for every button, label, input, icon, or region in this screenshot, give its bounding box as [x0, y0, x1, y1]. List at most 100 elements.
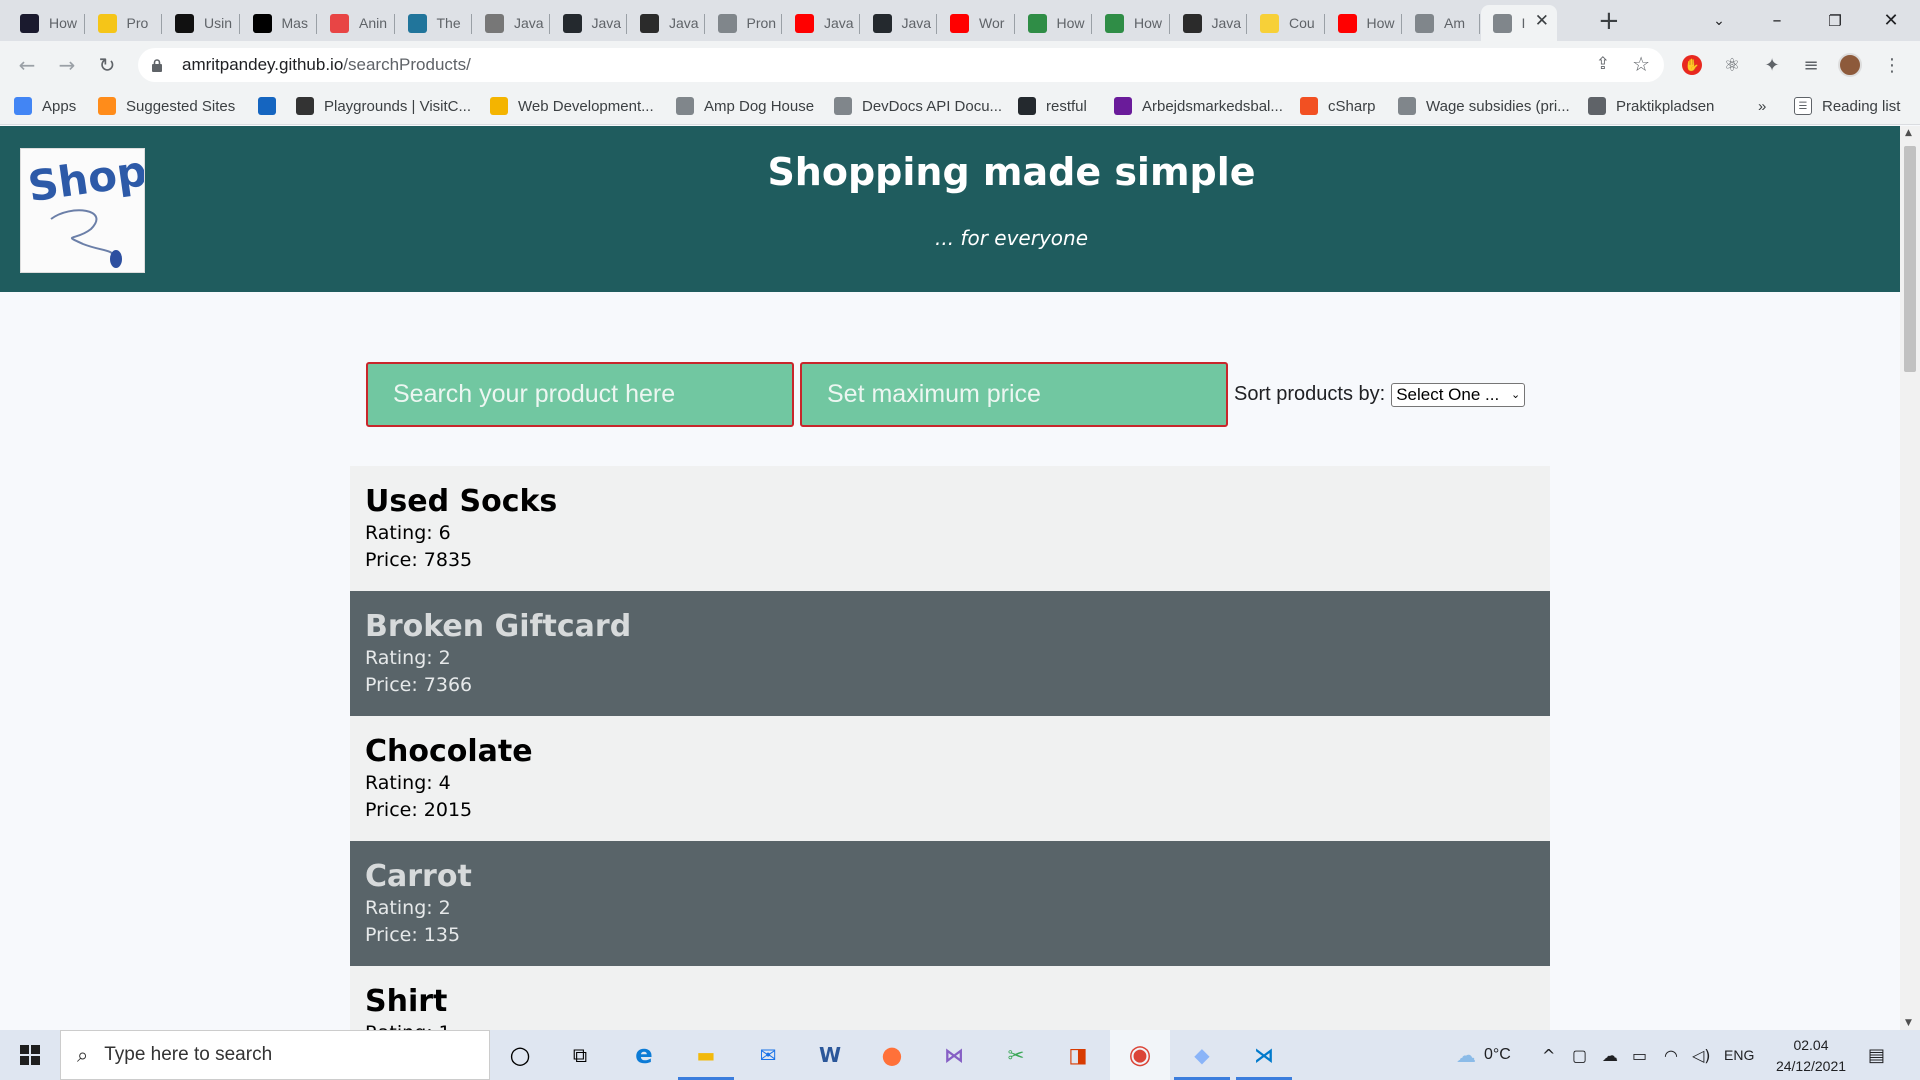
- browser-tab[interactable]: Mas: [241, 5, 317, 41]
- new-tab-button[interactable]: +: [1598, 6, 1620, 36]
- bookmark-item[interactable]: [258, 94, 286, 118]
- tab-separator: [1323, 14, 1325, 34]
- browser-tab[interactable]: I ✕: [1480, 5, 1557, 41]
- bookmark-star-icon[interactable]: ☆: [1632, 52, 1650, 76]
- browser-tab[interactable]: Pron: [706, 5, 782, 41]
- close-tab-icon[interactable]: ✕: [1535, 11, 1549, 31]
- kite-app-icon[interactable]: ◆: [1174, 1037, 1230, 1080]
- word-icon[interactable]: W: [812, 1037, 848, 1073]
- adblock-extension-icon[interactable]: ✋: [1680, 53, 1704, 77]
- browser-tab[interactable]: How: [8, 5, 85, 41]
- extensions-puzzle-icon[interactable]: ✦: [1760, 53, 1784, 77]
- bookmark-item[interactable]: Apps: [14, 94, 76, 118]
- browser-tab[interactable]: Java: [628, 5, 705, 41]
- meet-now-icon[interactable]: ▢: [1572, 1030, 1587, 1080]
- task-view-icon[interactable]: ⧉: [562, 1037, 598, 1073]
- reload-icon[interactable]: ↻: [92, 50, 122, 80]
- volume-icon[interactable]: ◁): [1692, 1030, 1711, 1080]
- max-price-input[interactable]: [800, 362, 1228, 427]
- bookmark-item[interactable]: Suggested Sites: [98, 94, 235, 118]
- weather-widget[interactable]: ☁ 0°C: [1456, 1030, 1511, 1080]
- product-search-input[interactable]: [366, 362, 794, 427]
- reading-list-button[interactable]: ☰ Reading list: [1794, 94, 1900, 118]
- file-explorer-icon[interactable]: ▬: [678, 1037, 734, 1080]
- bookmark-item[interactable]: restful: [1018, 94, 1087, 118]
- tab-search-icon[interactable]: ⌄: [1690, 0, 1748, 41]
- profile-avatar[interactable]: [1838, 53, 1862, 77]
- taskbar-search-box[interactable]: ⌕ Type here to search: [60, 1030, 490, 1080]
- tray-overflow-icon[interactable]: ^: [1542, 1030, 1555, 1080]
- bookmark-label: Web Development...: [518, 97, 654, 115]
- bookmark-item[interactable]: Arbejdsmarkedsbal...: [1114, 94, 1283, 118]
- browser-tab[interactable]: Wor: [938, 5, 1015, 41]
- mail-icon[interactable]: ✉: [750, 1037, 786, 1073]
- product-card[interactable]: Used Socks Rating: 6 Price: 7835: [350, 466, 1550, 591]
- browser-tab[interactable]: Anin: [318, 5, 395, 41]
- share-icon[interactable]: ⇪: [1596, 54, 1610, 74]
- browser-tab[interactable]: Java: [1171, 5, 1247, 41]
- browser-tab[interactable]: Cou: [1248, 5, 1325, 41]
- menu-kebab-icon[interactable]: ⋮: [1880, 53, 1904, 77]
- bookmark-item[interactable]: Amp Dog House: [676, 94, 814, 118]
- close-window-icon[interactable]: ✕: [1862, 0, 1920, 41]
- browser-tab[interactable]: Java: [783, 5, 860, 41]
- restore-icon[interactable]: ❐: [1806, 0, 1864, 41]
- battery-icon[interactable]: ▭: [1632, 1030, 1647, 1080]
- bookmark-item[interactable]: Wage subsidies (pri...: [1398, 94, 1570, 118]
- product-card[interactable]: Broken Giftcard Rating: 2 Price: 7366: [350, 591, 1550, 716]
- react-extension-icon[interactable]: ⚛: [1720, 53, 1744, 77]
- bookmarks-overflow-icon[interactable]: »: [1758, 94, 1766, 118]
- browser-tab[interactable]: The: [396, 5, 472, 41]
- tab-separator: [1013, 14, 1015, 34]
- wifi-icon[interactable]: ◠: [1664, 1030, 1678, 1080]
- product-card[interactable]: Chocolate Rating: 4 Price: 2015: [350, 716, 1550, 841]
- browser-tab[interactable]: Java: [551, 5, 627, 41]
- taskbar-clock[interactable]: 02.04 24/12/2021: [1766, 1035, 1856, 1077]
- address-bar[interactable]: amritpandey.github.io/searchProducts/ ⇪ …: [138, 48, 1664, 82]
- chrome-icon[interactable]: ◉: [1110, 1030, 1170, 1080]
- forward-arrow-icon[interactable]: →: [52, 50, 82, 80]
- bookmark-item[interactable]: Praktikpladsen: [1588, 94, 1714, 118]
- language-indicator[interactable]: ENG: [1724, 1030, 1754, 1080]
- product-price-value: 135: [423, 924, 461, 946]
- windows-start-button[interactable]: [0, 1030, 60, 1080]
- product-rating-label: Rating:: [365, 897, 433, 919]
- scrollbar-thumb[interactable]: [1904, 146, 1916, 372]
- bookmark-item[interactable]: Web Development...: [490, 94, 654, 118]
- product-card[interactable]: ShirtRating:1Price:3820: [350, 966, 1550, 1030]
- firefox-icon[interactable]: ●: [874, 1037, 910, 1073]
- browser-tab[interactable]: How: [1093, 5, 1170, 41]
- bookmark-item[interactable]: cSharp: [1300, 94, 1376, 118]
- reading-list-label: Reading list: [1822, 97, 1901, 115]
- sort-select[interactable]: Select One ... ⌄: [1391, 382, 1526, 407]
- minimize-icon[interactable]: –: [1748, 0, 1806, 41]
- browser-tab[interactable]: Pro: [86, 5, 162, 41]
- lock-icon[interactable]: [152, 59, 162, 72]
- product-card[interactable]: Carrot Rating: 2 Price: 135: [350, 841, 1550, 966]
- media-control-icon[interactable]: ≡: [1799, 53, 1823, 77]
- visual-studio-icon[interactable]: ⋈: [936, 1037, 972, 1073]
- browser-tab[interactable]: Am: [1403, 5, 1480, 41]
- browser-tab[interactable]: Java: [473, 5, 550, 41]
- browser-tab[interactable]: How: [1326, 5, 1402, 41]
- browser-tab[interactable]: Java: [861, 5, 937, 41]
- page-scrollbar[interactable]: ▲ ▼: [1900, 126, 1920, 1030]
- medium-icon: [252, 13, 272, 33]
- tab-label: Java: [1211, 15, 1242, 31]
- bookmark-item[interactable]: DevDocs API Docu...: [834, 94, 1002, 118]
- onedrive-icon[interactable]: ☁: [1602, 1030, 1618, 1080]
- cortana-icon[interactable]: ○: [502, 1037, 538, 1073]
- edge-icon[interactable]: e: [626, 1037, 662, 1073]
- product-price-value: 2015: [423, 799, 473, 821]
- snipping-tool-icon[interactable]: ✂: [998, 1037, 1034, 1073]
- scroll-down-icon[interactable]: ▼: [1905, 1018, 1912, 1028]
- back-arrow-icon[interactable]: ←: [12, 50, 42, 80]
- product-rating-label: Rating:: [365, 1022, 433, 1030]
- bookmark-item[interactable]: Playgrounds | VisitC...: [296, 94, 471, 118]
- vscode-icon[interactable]: ⋊: [1236, 1037, 1292, 1080]
- notifications-icon[interactable]: ▤: [1868, 1030, 1885, 1080]
- browser-tab[interactable]: Usin: [163, 5, 240, 41]
- browser-tab[interactable]: How: [1016, 5, 1092, 41]
- office-icon[interactable]: ◨: [1060, 1037, 1096, 1073]
- scroll-up-icon[interactable]: ▲: [1905, 128, 1912, 138]
